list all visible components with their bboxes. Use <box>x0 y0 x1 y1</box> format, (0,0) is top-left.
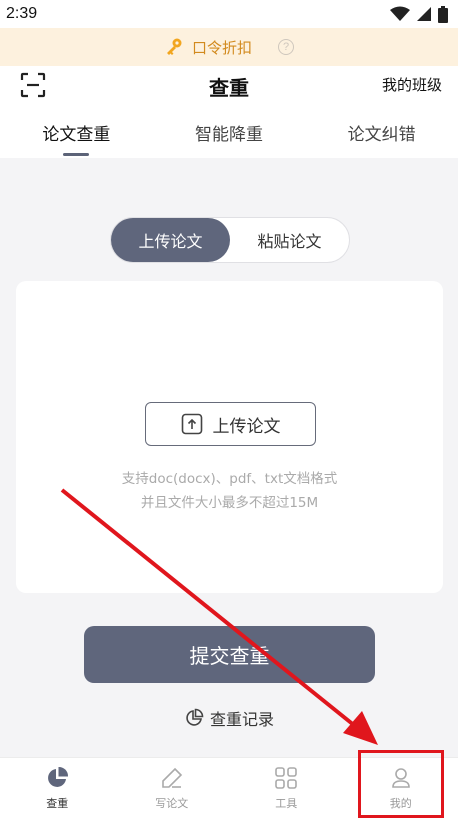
submit-check-button[interactable]: 提交查重 <box>84 626 375 683</box>
tab-paper-correction[interactable]: 论文纠错 <box>305 108 458 158</box>
bottom-nav: 查重 写论文 工具 我的 <box>0 757 458 820</box>
nav-label-check: 查重 <box>46 797 69 810</box>
status-icons <box>390 5 448 23</box>
size-hint: 并且文件大小最多不超过15M <box>140 495 319 511</box>
upload-card: 上传论文 支持doc(docx)、pdf、txt文档格式 并且文件大小最多不超过… <box>16 281 443 593</box>
nav-item-write[interactable]: 写论文 <box>115 758 230 820</box>
tab-paper-check[interactable]: 论文查重 <box>0 108 153 158</box>
upload-icon <box>181 413 202 435</box>
status-time: 2:39 <box>6 5 38 22</box>
banner-text: 口令折扣 <box>191 38 252 57</box>
wifi-icon <box>390 6 410 21</box>
my-class-link[interactable]: 我的班级 <box>382 74 442 95</box>
upload-paper-option[interactable]: 上传论文 <box>111 218 230 262</box>
nav-item-mine[interactable]: 我的 <box>344 758 458 820</box>
paste-paper-option[interactable]: 粘贴论文 <box>230 218 349 262</box>
check-record-link[interactable]: 查重记录 <box>184 706 274 730</box>
help-icon[interactable]: ? <box>278 39 294 55</box>
nav-item-tools[interactable]: 工具 <box>229 758 344 820</box>
nav-item-check[interactable]: 查重 <box>0 758 115 820</box>
key-icon <box>166 38 182 55</box>
tab-smart-rewrite[interactable]: 智能降重 <box>153 108 306 158</box>
upload-file-button[interactable]: 上传论文 <box>145 402 316 446</box>
check-record-label: 查重记录 <box>210 710 275 729</box>
nav-label-tools: 工具 <box>275 797 298 810</box>
signal-icon <box>417 7 431 21</box>
grid-icon <box>275 767 298 789</box>
battery-icon <box>438 5 448 23</box>
nav-label-write: 写论文 <box>155 797 189 810</box>
nav-label-mine: 我的 <box>389 797 412 810</box>
upload-button-label: 上传论文 <box>212 416 281 437</box>
user-icon <box>391 768 410 788</box>
upload-mode-switch: 上传论文 粘贴论文 <box>110 217 350 263</box>
header: 查重 我的班级 <box>0 66 458 108</box>
pencil-icon <box>161 767 182 788</box>
status-bar: 2:39 <box>0 0 458 28</box>
pie-chart-icon <box>48 766 69 787</box>
format-hint: 支持doc(docx)、pdf、txt文档格式 <box>121 471 338 487</box>
pie-chart-icon <box>186 708 204 726</box>
tab-bar: 论文查重 智能降重 论文纠错 <box>0 108 458 158</box>
discount-banner[interactable]: 口令折扣 ? <box>0 28 458 66</box>
